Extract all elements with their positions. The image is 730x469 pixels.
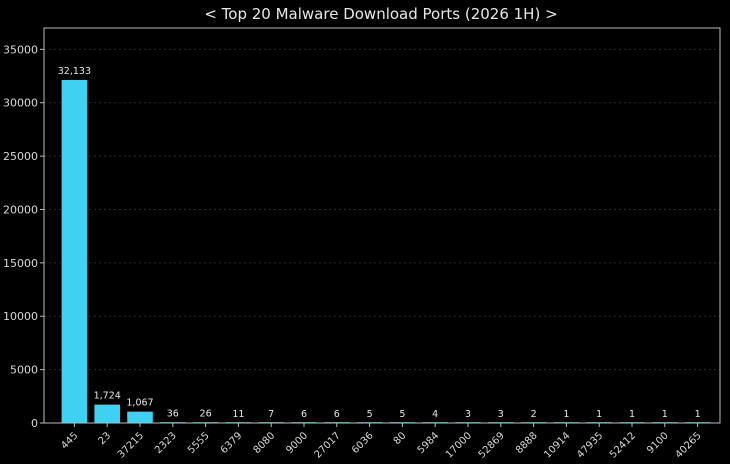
- x-tick-label: 8080: [252, 430, 278, 456]
- x-tick-label: 6036: [350, 430, 376, 456]
- data-label: 3: [498, 409, 504, 420]
- y-tick-label: 25000: [3, 150, 38, 163]
- x-tick-label: 9100: [645, 430, 671, 456]
- x-tick-label: 23: [97, 430, 114, 447]
- y-tick-label: 15000: [3, 257, 38, 270]
- data-label: 26: [200, 409, 212, 420]
- y-tick-label: 30000: [3, 97, 38, 110]
- x-tick-label: 27017: [313, 430, 343, 460]
- x-tick-label: 2323: [153, 430, 179, 456]
- data-label: 4: [432, 409, 438, 420]
- y-tick-label: 20000: [3, 203, 38, 216]
- x-tick-label: 5984: [416, 430, 442, 456]
- grid-lines: [44, 48, 720, 371]
- data-label: 1: [596, 409, 602, 420]
- x-tick-label: 5555: [186, 430, 212, 456]
- plot-frame: [43, 27, 721, 424]
- data-label: 6: [334, 409, 340, 420]
- data-label: 3: [465, 409, 471, 420]
- x-tick-label: 80: [392, 430, 409, 447]
- data-label: 6: [301, 409, 307, 420]
- x-tick-label: 47935: [575, 430, 605, 460]
- y-axis-ticks: 0 5000 10000 15000 20000 25000 30000 35000: [3, 43, 44, 430]
- y-tick-label: 0: [31, 417, 38, 430]
- x-tick-label: 10914: [542, 430, 572, 460]
- x-axis-ticks: 445 23 37215 2323 5555 6379 8080 9000 27017 6036 8…: [59, 423, 704, 461]
- y-tick-label: 5000: [10, 364, 38, 377]
- data-label: 7: [268, 409, 274, 420]
- chart: < Top 20 Malware Download Ports (2026 1H…: [0, 0, 730, 464]
- chart-title: < Top 20 Malware Download Ports (2026 1H…: [204, 5, 557, 23]
- x-tick-label: 445: [59, 430, 80, 451]
- data-label: 36: [167, 409, 179, 420]
- data-label: 5: [399, 409, 405, 420]
- data-label: 2: [531, 409, 537, 420]
- bar-chart-svg: < Top 20 Malware Download Ports (2026 1H…: [3, 5, 721, 461]
- x-tick-label: 6379: [219, 430, 245, 456]
- data-label: 1: [695, 409, 701, 420]
- x-tick-label: 17000: [444, 430, 474, 460]
- data-label: 11: [232, 409, 244, 420]
- data-labels: 32,1331,7241,06736 26 11 7 6 6 5 5 4 3 3 2 1 1 1 1 1: [58, 66, 701, 420]
- bars: [61, 79, 711, 424]
- x-tick-label: 37215: [116, 430, 146, 460]
- data-label: 1: [563, 409, 569, 420]
- bar-port-23: [94, 404, 120, 423]
- x-tick-label: 8888: [514, 430, 540, 456]
- x-tick-label: 52412: [608, 430, 638, 460]
- x-tick-label: 9000: [284, 430, 310, 456]
- bar-port-445: [61, 79, 88, 424]
- x-tick-label: 40265: [673, 430, 703, 460]
- data-label: 1: [629, 409, 635, 420]
- data-label: 5: [367, 409, 373, 420]
- data-label: 32,133: [58, 66, 91, 77]
- x-tick-label: 52869: [477, 430, 507, 460]
- data-label: 1,067: [126, 398, 153, 409]
- data-label: 1: [662, 409, 668, 420]
- bar-port-37215: [127, 411, 153, 423]
- y-tick-label: 35000: [3, 43, 38, 56]
- y-tick-label: 10000: [3, 310, 38, 323]
- data-label: 1,724: [94, 391, 121, 402]
